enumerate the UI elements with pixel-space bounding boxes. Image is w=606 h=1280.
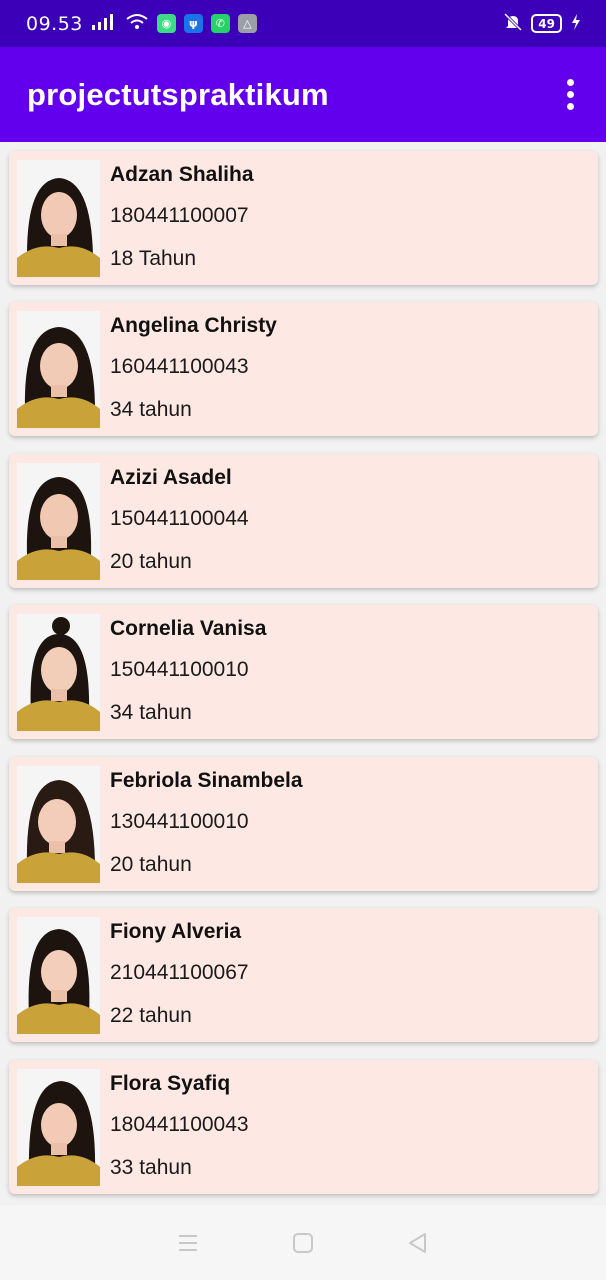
student-list[interactable]: Adzan Shaliha 180441100007 18 Tahun Ange… xyxy=(0,142,606,1205)
student-age: 34 tahun xyxy=(110,398,192,421)
student-name: Adzan Shaliha xyxy=(110,163,254,186)
list-item[interactable]: Angelina Christy 160441100043 34 tahun xyxy=(9,302,598,436)
profile-photo xyxy=(17,917,100,1034)
menu-icon[interactable] xyxy=(174,1229,202,1257)
profile-photo xyxy=(17,614,100,731)
status-bar-right: 49 xyxy=(503,12,582,36)
list-item[interactable]: Adzan Shaliha 180441100007 18 Tahun xyxy=(9,151,598,285)
student-age: 20 tahun xyxy=(110,853,192,876)
charging-icon xyxy=(570,13,582,35)
notification-app-icon: ◉ xyxy=(156,14,176,33)
app-bar: projectutspraktikum xyxy=(0,47,606,142)
student-name: Fiony Alveria xyxy=(110,920,242,943)
wifi-icon xyxy=(125,13,149,35)
home-icon[interactable] xyxy=(289,1229,317,1257)
student-nim: 180441100007 xyxy=(110,204,249,227)
profile-photo xyxy=(17,463,100,580)
list-item[interactable]: Azizi Asadel 150441100044 20 tahun xyxy=(9,454,598,588)
mute-bell-icon xyxy=(503,12,523,36)
student-nim: 180441100043 xyxy=(110,1113,249,1136)
student-nim: 150441100010 xyxy=(110,658,249,681)
list-item[interactable]: Flora Syafiq 180441100043 33 tahun xyxy=(9,1060,598,1194)
usb-icon: ψ xyxy=(183,14,203,33)
battery-indicator: 49 xyxy=(531,14,562,33)
app-title: projectutspraktikum xyxy=(27,76,329,112)
back-icon[interactable] xyxy=(404,1229,432,1257)
student-name: Cornelia Vanisa xyxy=(110,617,267,640)
list-item[interactable]: Febriola Sinambela 130441100010 20 tahun xyxy=(9,757,598,891)
drive-icon: △ xyxy=(237,14,257,33)
student-nim: 150441100044 xyxy=(110,507,249,530)
student-age: 20 tahun xyxy=(110,550,192,573)
student-nim: 210441100067 xyxy=(110,961,249,984)
student-nim: 130441100010 xyxy=(110,810,249,833)
status-time: 09.53 xyxy=(26,12,83,35)
student-name: Febriola Sinambela xyxy=(110,769,303,792)
overflow-menu-icon[interactable] xyxy=(561,73,580,116)
student-name: Angelina Christy xyxy=(110,314,277,337)
whatsapp-icon: ✆ xyxy=(210,14,230,33)
profile-photo xyxy=(17,311,100,428)
profile-photo xyxy=(17,766,100,883)
list-item[interactable]: Cornelia Vanisa 150441100010 34 tahun xyxy=(9,605,598,739)
student-name: Azizi Asadel xyxy=(110,466,232,489)
status-bar: 09.53 ◉ ψ ✆ △ 49 xyxy=(0,0,606,47)
signal-icon xyxy=(91,13,117,35)
student-age: 22 tahun xyxy=(110,1004,192,1027)
profile-photo xyxy=(17,160,100,277)
list-item[interactable]: Fiony Alveria 210441100067 22 tahun xyxy=(9,908,598,1042)
student-age: 33 tahun xyxy=(110,1156,192,1179)
student-nim: 160441100043 xyxy=(110,355,249,378)
student-name: Flora Syafiq xyxy=(110,1072,231,1095)
profile-photo xyxy=(17,1069,100,1186)
student-age: 18 Tahun xyxy=(110,247,197,270)
navigation-bar xyxy=(0,1205,606,1280)
status-bar-left: 09.53 ◉ ψ ✆ △ xyxy=(26,13,257,35)
student-age: 34 tahun xyxy=(110,701,192,724)
